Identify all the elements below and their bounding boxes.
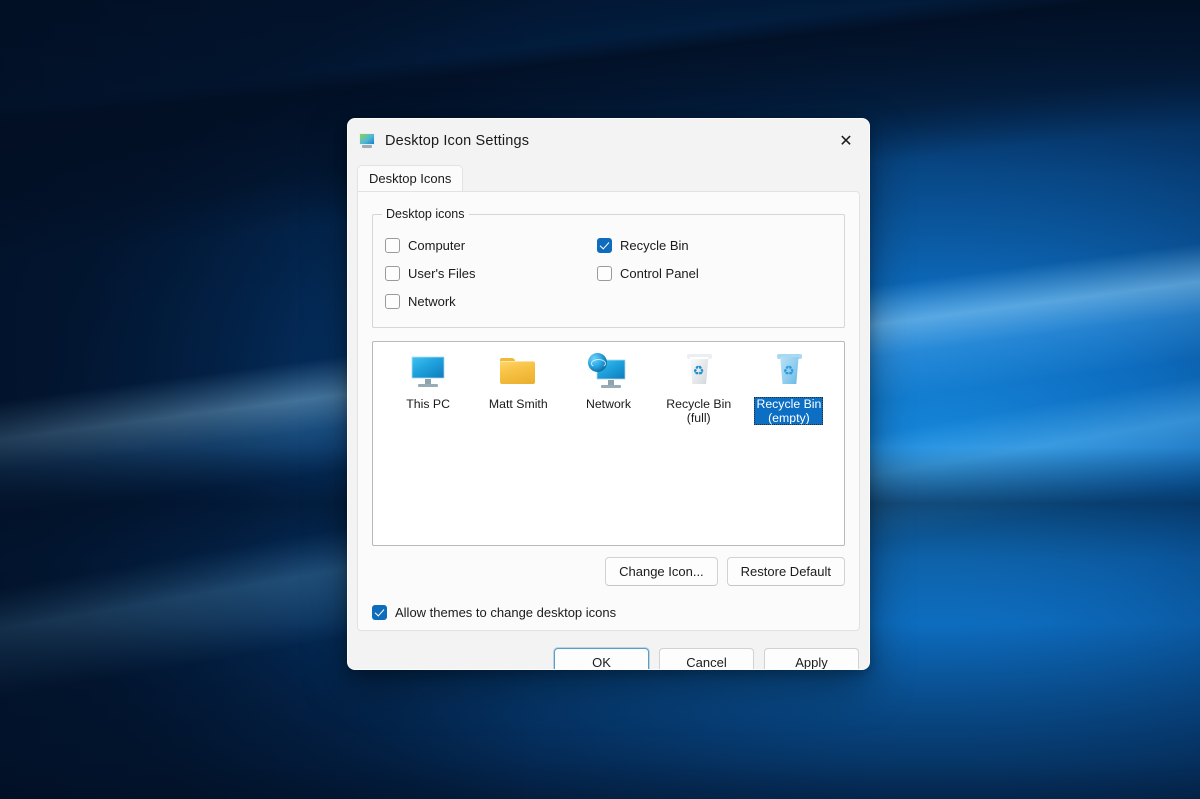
icon-caption-recycle-bin-full: Recycle Bin(full)	[664, 397, 733, 425]
recycle-bin-full-icon: ♻	[677, 353, 721, 393]
checkbox-label-allow-themes: Allow themes to change desktop icons	[395, 605, 616, 620]
icon-action-buttons: Change Icon... Restore Default	[372, 557, 845, 586]
network-globe-icon	[587, 353, 631, 393]
checkbox-network[interactable]: Network	[385, 294, 597, 309]
computer-monitor-icon	[406, 353, 450, 393]
dialog-titlebar[interactable]: Desktop Icon Settings ✕	[348, 119, 869, 163]
tab-panel-desktop-icons: Desktop icons Computer Recycle Bin User'…	[357, 191, 860, 631]
icon-item-network[interactable]: Network	[563, 353, 653, 411]
icon-caption-recycle-bin-empty: Recycle Bin(empty)	[754, 397, 823, 425]
change-icon-button[interactable]: Change Icon...	[605, 557, 718, 586]
checkbox-label-computer: Computer	[408, 238, 465, 253]
icon-item-recycle-bin-full[interactable]: ♻ Recycle Bin(full)	[654, 353, 744, 425]
checkbox-box-recycle-bin[interactable]	[597, 238, 612, 253]
restore-default-button[interactable]: Restore Default	[727, 557, 845, 586]
dialog-title: Desktop Icon Settings	[385, 133, 529, 149]
checkbox-box-allow-themes[interactable]	[372, 605, 387, 620]
tab-strip: Desktop Icons	[348, 163, 869, 191]
checkbox-allow-themes[interactable]: Allow themes to change desktop icons	[372, 605, 845, 620]
desktop-monitor-icon	[358, 132, 376, 150]
icon-caption-this-pc: This PC	[404, 397, 452, 411]
recycle-bin-empty-icon: ♻	[767, 353, 811, 393]
cancel-button[interactable]: Cancel	[659, 648, 754, 670]
icon-caption-network: Network	[584, 397, 633, 411]
desktop-icon-settings-dialog: Desktop Icon Settings ✕ Desktop Icons De…	[347, 118, 870, 670]
checkbox-label-recycle-bin: Recycle Bin	[620, 238, 689, 253]
ok-button[interactable]: OK	[554, 648, 649, 670]
desktop-icons-checkbox-grid: Computer Recycle Bin User's Files Contro…	[385, 231, 832, 315]
icon-preview-list[interactable]: This PC Matt Smith Network	[372, 341, 845, 546]
close-icon[interactable]: ✕	[823, 119, 869, 163]
checkbox-users-files[interactable]: User's Files	[385, 266, 597, 281]
icon-item-matt-smith[interactable]: Matt Smith	[473, 353, 563, 411]
groupbox-label: Desktop icons	[382, 207, 469, 221]
checkbox-label-network: Network	[408, 294, 456, 309]
checkbox-label-users-files: User's Files	[408, 266, 476, 281]
checkbox-box-computer[interactable]	[385, 238, 400, 253]
checkbox-computer[interactable]: Computer	[385, 238, 597, 253]
dialog-footer: OK Cancel Apply	[348, 631, 869, 670]
user-folder-icon	[496, 353, 540, 393]
icon-caption-matt-smith: Matt Smith	[487, 397, 550, 411]
checkbox-control-panel[interactable]: Control Panel	[597, 266, 832, 281]
desktop-background: Desktop Icon Settings ✕ Desktop Icons De…	[0, 0, 1200, 799]
apply-button[interactable]: Apply	[764, 648, 859, 670]
desktop-icons-groupbox: Desktop icons Computer Recycle Bin User'…	[372, 214, 845, 328]
icon-item-this-pc[interactable]: This PC	[383, 353, 473, 411]
tab-desktop-icons[interactable]: Desktop Icons	[357, 165, 463, 191]
checkbox-box-control-panel[interactable]	[597, 266, 612, 281]
checkbox-box-network[interactable]	[385, 294, 400, 309]
checkbox-box-users-files[interactable]	[385, 266, 400, 281]
icon-item-recycle-bin-empty[interactable]: ♻ Recycle Bin(empty)	[744, 353, 834, 425]
checkbox-label-control-panel: Control Panel	[620, 266, 699, 281]
checkbox-recycle-bin[interactable]: Recycle Bin	[597, 238, 832, 253]
